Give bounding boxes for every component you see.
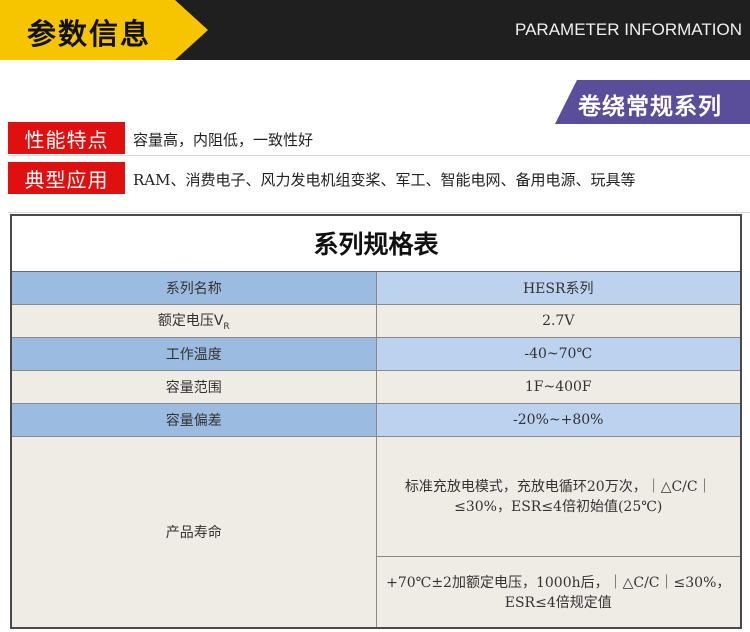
feature-tag-performance: 性能特点	[8, 122, 125, 154]
spec-table: 系列规格表 系列名称 HESR系列 额定电压VR 2.7V 工作温度 -40~7…	[10, 214, 742, 629]
row-value: -40~70℃	[375, 336, 742, 371]
row-value: HESR系列	[375, 270, 742, 305]
divider	[8, 155, 750, 156]
spec-table-title: 系列规格表	[10, 214, 742, 272]
table-row: 额定电压VR 2.7V	[10, 303, 742, 338]
row-value: 1F~400F	[375, 369, 742, 404]
feature-text-performance: 容量高，内阻低，一致性好	[133, 131, 314, 149]
series-banner-text: 卷绕常规系列	[578, 94, 722, 120]
row-value: 2.7V	[375, 303, 742, 338]
row-value: -20%~+80%	[375, 402, 742, 437]
feature-tag-application: 典型应用	[8, 162, 125, 194]
row-value: +70℃±2加额定电压，1000h后，｜△C/C｜≤30%，ESR≤4倍规定值	[375, 555, 742, 629]
row-label: 系列名称	[10, 270, 377, 305]
row-label: 容量偏差	[10, 402, 377, 437]
table-row: 容量偏差 -20%~+80%	[10, 402, 742, 437]
row-label-text: 额定电压V	[157, 312, 224, 329]
row-label-subscript: R	[223, 321, 230, 332]
header-subtitle: PARAMETER INFORMATION	[515, 20, 742, 39]
table-row: 系列名称 HESR系列	[10, 270, 742, 305]
row-label: 额定电压VR	[10, 303, 377, 338]
row-label: 产品寿命	[10, 435, 377, 629]
row-label: 容量范围	[10, 369, 377, 404]
table-row: 容量范围 1F~400F	[10, 369, 742, 404]
row-value: 标准充放电模式，充放电循环20万次，｜△C/C｜≤30%，ESR≤4倍初始值(2…	[375, 435, 742, 557]
table-row: 产品寿命 标准充放电模式，充放电循环20万次，｜△C/C｜≤30%，ESR≤4倍…	[10, 435, 742, 629]
table-row: 工作温度 -40~70℃	[10, 336, 742, 371]
row-label: 工作温度	[10, 336, 377, 371]
header-title: 参数信息	[27, 17, 152, 51]
divider	[8, 212, 750, 213]
feature-text-application: RAM、消费电子、风力发电机组变桨、军工、智能电网、备用电源、玩具等	[133, 171, 636, 189]
